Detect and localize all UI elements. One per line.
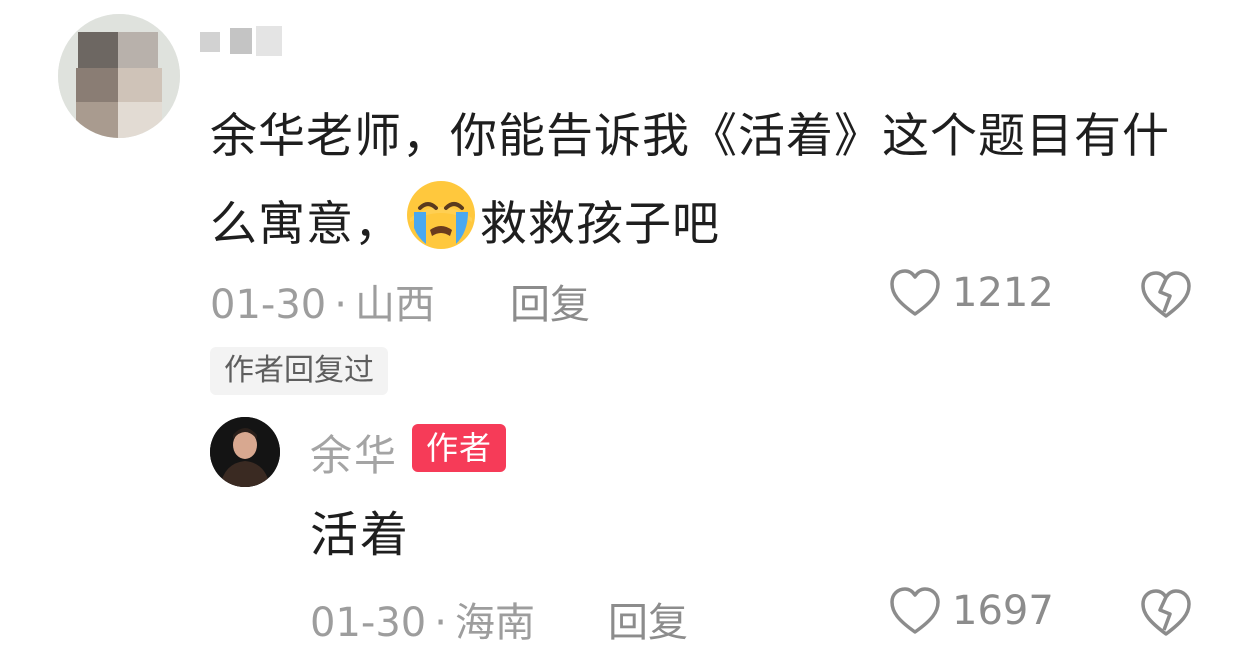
comment-text: 余华老师，你能告诉我《活着》这个题目有什么寓意， 救救孩子吧	[210, 96, 1200, 266]
comment-like-button[interactable]: 1212	[888, 268, 1054, 318]
reply-date: 01-30	[310, 600, 427, 646]
reply-meta: 01-30 · 海南	[310, 590, 535, 648]
comment-text-part2: 救救孩子吧	[480, 197, 720, 252]
author-replied-badge[interactable]: 作者回复过	[210, 347, 388, 395]
broken-heart-dislike-icon[interactable]	[1140, 588, 1192, 638]
comment-meta: 01-30 · 山西	[210, 272, 435, 330]
author-avatar[interactable]	[210, 417, 280, 487]
comment-reply-button[interactable]: 回复	[510, 272, 590, 330]
reply-username[interactable]: 余华	[310, 422, 398, 483]
comment-location: 山西	[354, 282, 435, 328]
reply-text: 活着	[310, 507, 411, 563]
author-tag-badge: 作者	[412, 424, 507, 472]
comment-like-count: 1212	[952, 270, 1054, 316]
reply-like-button[interactable]: 1697	[888, 586, 1054, 636]
heart-outline-icon	[888, 268, 942, 318]
reply-like-count: 1697	[952, 588, 1054, 634]
reply-reply-button[interactable]: 回复	[608, 590, 688, 648]
heart-outline-icon	[888, 586, 942, 636]
commenter-avatar[interactable]	[58, 14, 180, 138]
reply-location: 海南	[454, 600, 535, 646]
meta-separator: ·	[434, 600, 447, 646]
commenter-username-blurred[interactable]	[200, 22, 295, 62]
broken-heart-dislike-icon[interactable]	[1140, 270, 1192, 320]
crying-face-emoji-icon	[404, 178, 478, 252]
meta-separator: ·	[334, 282, 347, 328]
comment-date: 01-30	[210, 282, 327, 328]
